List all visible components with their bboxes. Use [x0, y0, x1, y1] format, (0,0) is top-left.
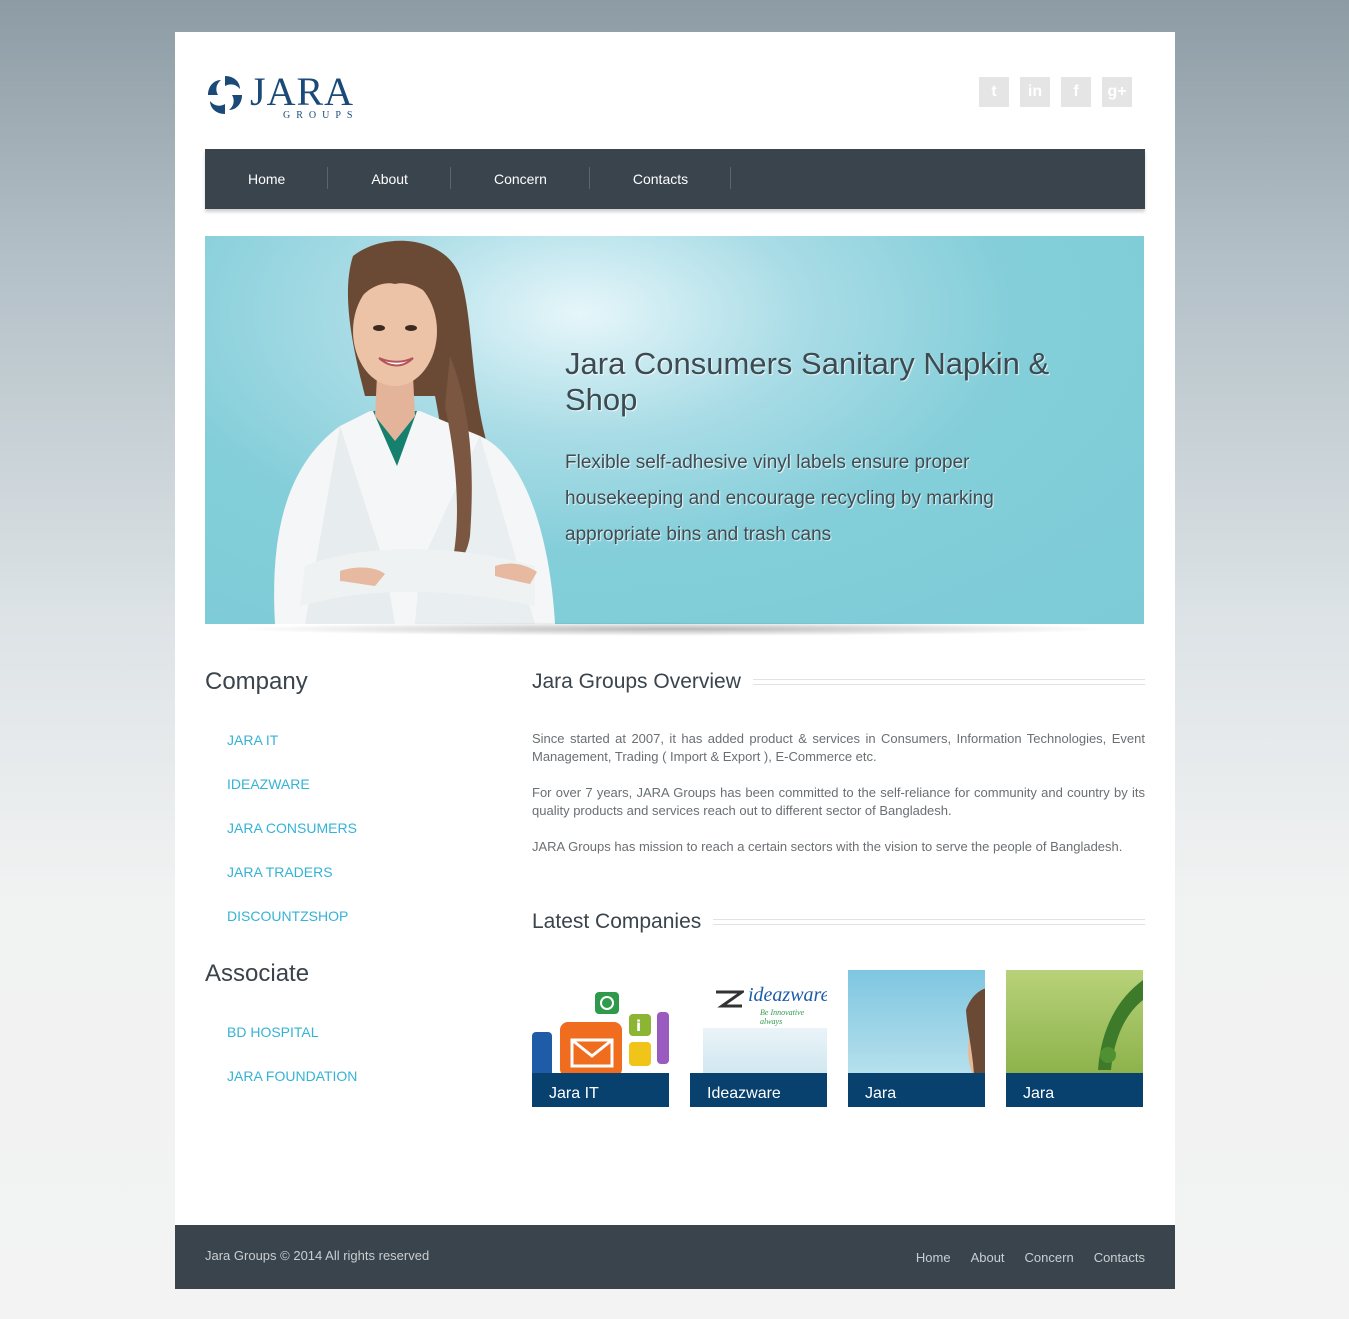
company-list: JARA IT IDEAZWARE JARA CONSUMERS JARA TR… — [227, 732, 357, 952]
hero-doctor-image — [274, 240, 555, 624]
company-card-ideazware[interactable]: ideazware Be Innovative always Ideazware — [690, 970, 827, 1107]
social-links: t in f g+ — [979, 77, 1132, 107]
associate-heading: Associate — [205, 960, 310, 987]
logo-swirl-icon — [208, 76, 242, 114]
google-plus-icon[interactable]: g+ — [1102, 77, 1132, 107]
ideazware-logo-icon — [716, 990, 744, 1008]
company-link-discountzshop[interactable]: DISCOUNTZSHOP — [227, 908, 357, 952]
logo-subtitle: GROUPS — [283, 110, 359, 121]
associate-list: BD HOSPITAL JARA FOUNDATION — [227, 1024, 357, 1112]
ideazware-sky — [703, 1028, 827, 1078]
overview-heading-text: Jara Groups Overview — [532, 670, 741, 693]
company-card-caption: Jara IT — [532, 1073, 669, 1107]
hero-shadow — [235, 622, 1115, 636]
logo-wordmark: JARA — [250, 69, 355, 114]
site-logo[interactable]: JARA GROUPS — [204, 70, 354, 122]
nav-home[interactable]: Home — [205, 149, 329, 209]
company-link-jara-consumers[interactable]: JARA CONSUMERS — [227, 820, 357, 864]
hero-banner: Jara Consumers Sanitary Napkin & Shop Fl… — [205, 236, 1144, 624]
hero-description: Flexible self-adhesive vinyl labels ensu… — [565, 452, 994, 545]
hero-title: Jara Consumers Sanitary Napkin & Shop — [565, 346, 1050, 417]
company-card-jara-it[interactable]: i Jara IT — [532, 970, 669, 1107]
latest-companies-heading-text: Latest Companies — [532, 910, 702, 933]
nav-concern[interactable]: Concern — [451, 149, 590, 209]
company-card-jara-consumers[interactable]: Jara — [848, 970, 985, 1107]
overview-text: Since started at 2007, it has added prod… — [532, 730, 1145, 874]
footer-link-home[interactable]: Home — [916, 1250, 951, 1265]
facebook-icon[interactable]: f — [1061, 77, 1091, 107]
company-card-caption: Jara — [848, 1073, 985, 1107]
associate-link-bd-hospital[interactable]: BD HOSPITAL — [227, 1024, 357, 1068]
heading-rule — [713, 919, 1145, 925]
overview-heading: Jara Groups Overview — [532, 670, 1145, 694]
company-card-jara-traders[interactable]: Jara — [1006, 970, 1143, 1107]
footer-link-about[interactable]: About — [971, 1250, 1005, 1265]
footer-link-concern[interactable]: Concern — [1025, 1250, 1074, 1265]
svg-text:i: i — [636, 1017, 641, 1035]
footer-copyright: Jara Groups © 2014 All rights reserved — [205, 1248, 430, 1263]
page-container: JARA GROUPS t in f g+ Home About Concern… — [175, 32, 1175, 1289]
nav-about[interactable]: About — [328, 149, 451, 209]
company-link-jara-traders[interactable]: JARA TRADERS — [227, 864, 357, 908]
footer-link-contacts[interactable]: Contacts — [1094, 1250, 1145, 1265]
associate-link-jara-foundation[interactable]: JARA FOUNDATION — [227, 1068, 357, 1112]
company-card-caption: Ideazware — [690, 1073, 827, 1107]
ideazware-logo-text: ideazware — [748, 984, 827, 1006]
overview-paragraph: For over 7 years, JARA Groups has been c… — [532, 785, 1145, 818]
main-nav: Home About Concern Contacts — [205, 149, 1145, 209]
nav-contacts[interactable]: Contacts — [590, 149, 732, 209]
latest-companies-heading: Latest Companies — [532, 910, 1145, 934]
heading-rule — [752, 679, 1145, 685]
site-footer: Jara Groups © 2014 All rights reserved H… — [175, 1225, 1175, 1289]
ideazware-tagline: Be Innovative always — [760, 1008, 805, 1026]
company-link-jara-it[interactable]: JARA IT — [227, 732, 357, 776]
footer-links: Home About Concern Contacts — [916, 1250, 1145, 1265]
company-heading: Company — [205, 668, 308, 695]
overview-paragraph: JARA Groups has mission to reach a certa… — [532, 839, 1123, 854]
latest-companies-grid: i Jara IT ideazware Be Innovative always… — [532, 970, 1143, 1107]
linkedin-icon[interactable]: in — [1020, 77, 1050, 107]
twitter-icon[interactable]: t — [979, 77, 1009, 107]
company-link-ideazware[interactable]: IDEAZWARE — [227, 776, 357, 820]
overview-paragraph: Since started at 2007, it has added prod… — [532, 731, 1145, 764]
company-card-caption: Jara — [1006, 1073, 1143, 1107]
